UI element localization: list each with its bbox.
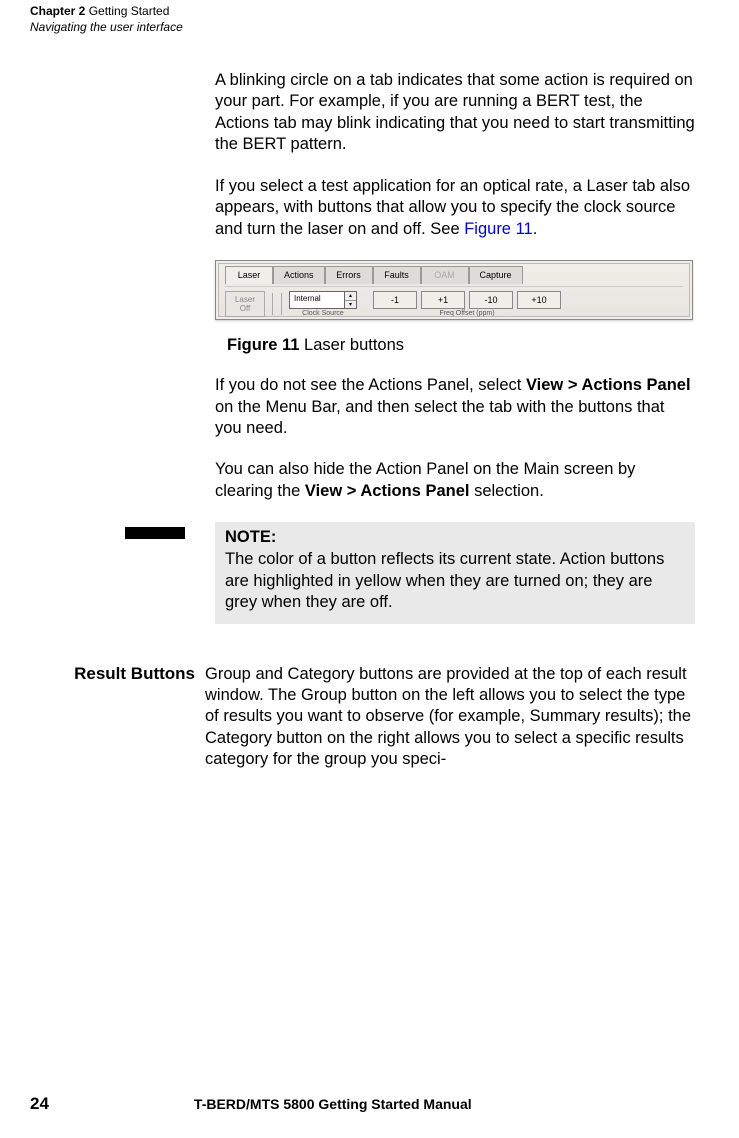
tab-oam[interactable]: OAM: [421, 266, 469, 284]
paragraph-3-text-a: If you do not see the Actions Panel, sel…: [215, 376, 526, 394]
toolbar-row: Laser Off Internal ▴ ▾ Clock S: [225, 286, 683, 318]
clock-source-group: Internal ▴ ▾ Clock Source: [289, 291, 357, 317]
laser-off-line2: Off: [226, 304, 264, 313]
figure-11: Laser Actions Errors Faults OAM Capture …: [215, 260, 695, 355]
note-content: NOTE: The color of a button reflects its…: [215, 522, 695, 623]
chevron-down-icon[interactable]: ▾: [345, 301, 356, 309]
freq-plus-10-button[interactable]: +10: [517, 291, 561, 309]
tab-laser[interactable]: Laser: [225, 266, 273, 284]
tab-errors[interactable]: Errors: [325, 266, 373, 284]
section-heading: Result Buttons: [53, 664, 205, 771]
paragraph-2: If you select a test application for an …: [215, 176, 695, 240]
menu-path-1: View > Actions Panel: [526, 376, 691, 394]
paragraph-3-text-b: on the Menu Bar, and then select the tab…: [215, 398, 664, 437]
footer-title: T-BERD/MTS 5800 Getting Started Manual: [194, 1096, 472, 1112]
figure-caption: Figure 11 Laser buttons: [215, 336, 695, 355]
figure-caption-text: Laser buttons: [299, 336, 404, 354]
result-buttons-section: Result Buttons Group and Category button…: [53, 664, 695, 771]
chapter-title: Getting Started: [85, 4, 169, 18]
paragraph-2-text-b: .: [533, 220, 538, 238]
figure-screenshot: Laser Actions Errors Faults OAM Capture …: [215, 260, 693, 320]
section-text: Group and Category buttons are provided …: [205, 664, 695, 771]
paragraph-2-text-a: If you select a test application for an …: [215, 177, 690, 238]
laser-off-button[interactable]: Laser Off: [225, 291, 265, 317]
note-marker-icon: [125, 527, 185, 539]
tab-actions[interactable]: Actions: [273, 266, 325, 284]
freq-offset-group: -1 +1 -10 +10 Freq Offset (ppm): [373, 291, 561, 317]
chapter-number: Chapter 2: [30, 4, 85, 18]
chevron-up-icon[interactable]: ▴: [345, 292, 356, 301]
page-header: Chapter 2 Getting Started Navigating the…: [30, 4, 183, 34]
clock-source-combo[interactable]: Internal ▴ ▾: [289, 291, 357, 309]
separator-icon: [281, 293, 282, 315]
paragraph-4-text-b: selection.: [470, 482, 544, 500]
note-title: NOTE:: [225, 528, 685, 547]
freq-buttons-row: -1 +1 -10 +10: [373, 291, 561, 309]
freq-offset-label: Freq Offset (ppm): [439, 310, 494, 317]
separator-icon: [272, 293, 273, 315]
page-footer: 24 T-BERD/MTS 5800 Getting Started Manua…: [30, 1094, 705, 1114]
page-number: 24: [30, 1094, 49, 1114]
paragraph-1: A blinking circle on a tab indicates tha…: [215, 70, 695, 156]
menu-path-2: View > Actions Panel: [305, 482, 470, 500]
paragraph-4: You can also hide the Action Panel on th…: [215, 459, 695, 502]
figure-number: Figure 11: [227, 336, 299, 354]
header-subtitle: Navigating the user interface: [30, 20, 183, 34]
clock-source-value: Internal: [289, 291, 345, 309]
clock-source-label: Clock Source: [302, 310, 344, 317]
paragraph-3: If you do not see the Actions Panel, sel…: [215, 375, 695, 439]
spinner-icon[interactable]: ▴ ▾: [345, 291, 357, 309]
freq-plus-1-button[interactable]: +1: [421, 291, 465, 309]
header-chapter-line: Chapter 2 Getting Started: [30, 4, 183, 18]
freq-minus-10-button[interactable]: -10: [469, 291, 513, 309]
freq-minus-1-button[interactable]: -1: [373, 291, 417, 309]
laser-off-line1: Laser: [226, 295, 264, 304]
tab-strip: Laser Actions Errors Faults OAM Capture: [225, 266, 523, 284]
tab-faults[interactable]: Faults: [373, 266, 421, 284]
tab-capture[interactable]: Capture: [469, 266, 523, 284]
figure-link[interactable]: Figure 11: [464, 220, 532, 238]
main-content: A blinking circle on a tab indicates tha…: [215, 70, 695, 771]
note-block: NOTE: The color of a button reflects its…: [125, 522, 695, 623]
note-text: The color of a button reflects its curre…: [225, 549, 685, 613]
